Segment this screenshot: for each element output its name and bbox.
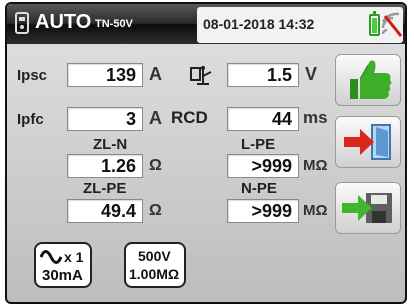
touch-voltage-value-field: 1.5 [227, 63, 299, 87]
thumbs-up-icon [350, 60, 392, 99]
ipsc-label: Ipsc [17, 67, 48, 84]
test-voltage-label: 500V [138, 248, 171, 264]
zl-pe-unit: Ω [149, 202, 162, 219]
ipfc-value-field: 3 [67, 107, 143, 131]
mode-label: AUTO [35, 11, 92, 33]
exit-door-icon [344, 124, 391, 160]
zl-n-value-field: 1.26 [67, 154, 143, 178]
l-pe-value-field: >999 [227, 154, 299, 178]
wifi-signal-icon [381, 12, 403, 37]
rcd-multiplier-label: x 1 [64, 249, 84, 265]
rcd-current-label: 30mA [42, 267, 83, 284]
insulation-setting-button[interactable]: 500V 1.00MΩ [124, 242, 186, 288]
title-bar: AUTO TN-50V 08-01-2018 14:32 [7, 4, 405, 44]
ipsc-unit: A [149, 64, 162, 84]
rcd-label: RCD [171, 108, 208, 127]
exit-button[interactable] [335, 116, 401, 168]
n-pe-value-field: >999 [227, 199, 299, 223]
zl-pe-label: ZL-PE [83, 180, 127, 197]
save-floppy-icon [342, 193, 392, 223]
rcd-setting-button[interactable]: x 1 30mA [34, 242, 92, 288]
touch-voltage-icon [190, 66, 212, 85]
l-pe-label: L-PE [241, 136, 276, 153]
rcd-unit: ms [303, 108, 328, 127]
insulation-limit-label: 1.00MΩ [129, 266, 180, 282]
save-button[interactable] [335, 182, 401, 234]
battery-icon [369, 11, 380, 36]
zl-n-unit: Ω [149, 157, 162, 174]
ipfc-label: Ipfc [17, 111, 44, 128]
ok-result-button[interactable] [335, 54, 401, 106]
ac-wave-icon [40, 250, 62, 264]
zl-pe-value-field: 49.4 [67, 199, 143, 223]
instrument-icon [15, 12, 29, 34]
zl-n-label: ZL-N [93, 136, 128, 153]
datetime-label: 08-01-2018 14:32 [203, 16, 315, 32]
ipfc-unit: A [149, 108, 162, 128]
n-pe-unit: MΩ [303, 202, 328, 219]
status-panel: 08-01-2018 14:32 [197, 7, 403, 43]
instrument-screen: AUTO TN-50V 08-01-2018 14:32 Ipsc 139 A [5, 2, 407, 304]
rcd-value-field: 44 [227, 107, 299, 131]
model-label: TN-50V [95, 18, 133, 30]
ipsc-value-field: 139 [67, 63, 143, 87]
touch-voltage-unit: V [305, 64, 318, 84]
n-pe-label: N-PE [241, 180, 277, 197]
l-pe-unit: MΩ [303, 157, 328, 174]
